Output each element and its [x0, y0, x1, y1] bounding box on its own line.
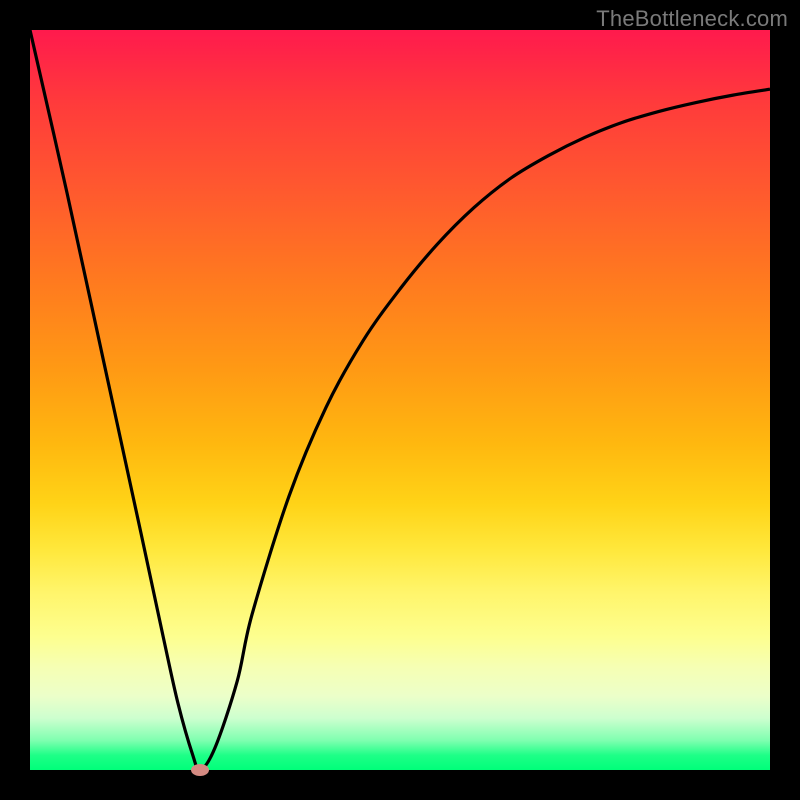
- plot-area: [30, 30, 770, 770]
- chart-frame: TheBottleneck.com: [0, 0, 800, 800]
- watermark-text: TheBottleneck.com: [596, 6, 788, 32]
- minimum-marker: [191, 764, 209, 776]
- bottleneck-curve: [30, 30, 770, 770]
